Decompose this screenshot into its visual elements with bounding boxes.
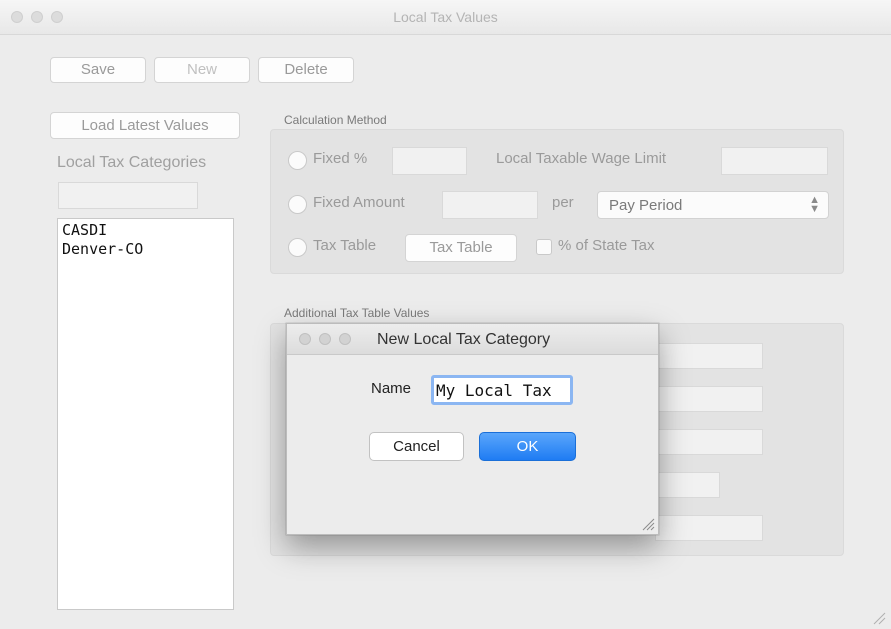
save-button[interactable]: Save	[50, 57, 146, 83]
wage-limit-field[interactable]	[721, 147, 828, 175]
additional-value-field[interactable]	[655, 343, 763, 369]
calculation-method-label: Calculation Method	[284, 113, 387, 127]
new-category-dialog: New Local Tax Category Name My Local Tax…	[286, 323, 659, 535]
delete-button[interactable]: Delete	[258, 57, 354, 83]
cancel-button[interactable]: Cancel	[369, 432, 464, 461]
dialog-title-bar[interactable]: New Local Tax Category	[287, 324, 658, 355]
additional-value-field[interactable]	[655, 429, 763, 455]
tax-table-button[interactable]: Tax Table	[405, 234, 517, 262]
fixed-amount-label: Fixed Amount	[313, 194, 405, 211]
dialog-close-icon[interactable]	[299, 333, 311, 345]
categories-list[interactable]: CASDI Denver-CO	[57, 218, 234, 610]
pay-period-value: Pay Period	[609, 197, 683, 214]
dialog-minimize-icon[interactable]	[319, 333, 331, 345]
list-item[interactable]: CASDI	[62, 221, 229, 240]
additional-value-field[interactable]	[655, 515, 763, 541]
dialog-zoom-icon[interactable]	[339, 333, 351, 345]
fixed-percent-radio[interactable]	[288, 151, 307, 170]
fixed-amount-radio[interactable]	[288, 195, 307, 214]
additional-value-field[interactable]	[655, 386, 763, 412]
load-latest-values-button[interactable]: Load Latest Values	[50, 112, 240, 139]
list-item[interactable]: Denver-CO	[62, 240, 229, 259]
title-bar[interactable]: Local Tax Values	[0, 0, 891, 35]
tax-table-radio[interactable]	[288, 238, 307, 257]
percent-state-tax-label: % of State Tax	[558, 237, 655, 254]
fixed-percent-field[interactable]	[392, 147, 467, 175]
local-tax-categories-label: Local Tax Categories	[57, 154, 207, 171]
window-title: Local Tax Values	[393, 9, 498, 25]
dialog-title: New Local Tax Category	[377, 331, 551, 348]
fixed-amount-field[interactable]	[442, 191, 538, 219]
per-label: per	[552, 194, 574, 211]
pay-period-select[interactable]: Pay Period ▲ ▼	[597, 191, 829, 219]
fixed-percent-label: Fixed %	[313, 150, 368, 167]
additional-value-field[interactable]	[655, 472, 720, 498]
percent-state-tax-checkbox[interactable]	[536, 239, 552, 255]
resize-grip-icon[interactable]	[872, 611, 886, 625]
new-button[interactable]: New	[154, 57, 250, 83]
wage-limit-label: Local Taxable Wage Limit	[496, 150, 667, 167]
tax-table-label: Tax Table	[313, 237, 377, 254]
name-input[interactable]: My Local Tax	[431, 375, 573, 405]
additional-values-label: Additional Tax Table Values	[284, 306, 430, 320]
up-down-chevron-icon: ▲ ▼	[809, 194, 820, 215]
category-search-field[interactable]	[58, 182, 198, 209]
dialog-resize-grip-icon[interactable]	[641, 517, 655, 531]
name-label: Name	[371, 380, 412, 397]
ok-button[interactable]: OK	[479, 432, 576, 461]
